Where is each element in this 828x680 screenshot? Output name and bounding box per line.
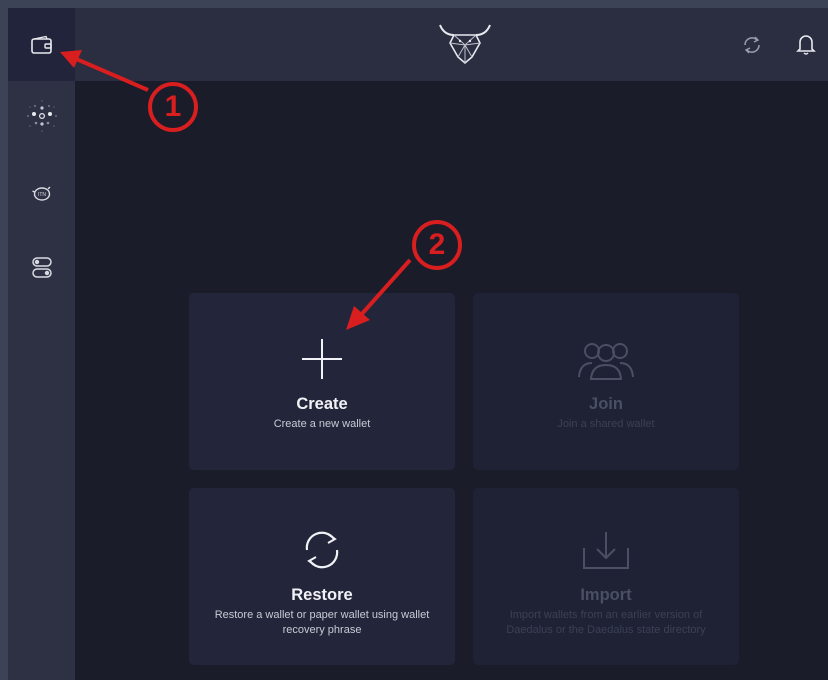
annotation-badge-1: 1 <box>148 82 198 132</box>
annotation-badge-2: 2 <box>412 220 462 270</box>
app-window: ITN Create Create a new wallet Join Join… <box>8 8 828 680</box>
annotation-arrows <box>60 50 412 330</box>
